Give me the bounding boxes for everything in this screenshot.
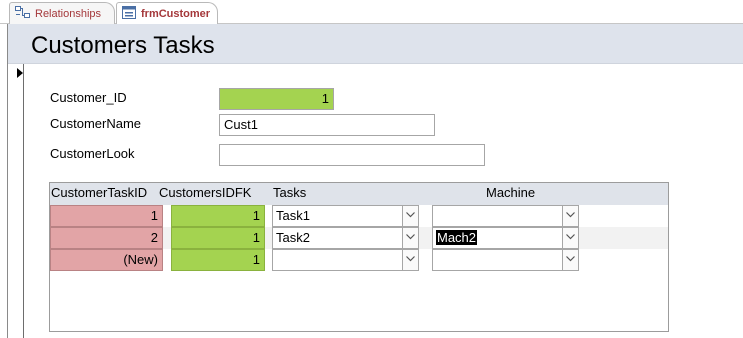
tab-label: Relationships: [35, 7, 102, 20]
tab-label: frmCustomer: [141, 8, 211, 20]
machine-combo[interactable]: [432, 205, 579, 227]
dropdown-button[interactable]: [402, 206, 418, 226]
form-header: Customers Tasks: [8, 24, 743, 64]
customer-name-label: CustomerName: [50, 116, 142, 131]
customers-idfk-cell[interactable]: 1: [171, 205, 265, 227]
task-combo[interactable]: Task2: [272, 227, 419, 249]
chevron-down-icon: [406, 234, 415, 240]
task-combo[interactable]: Task1: [272, 205, 419, 227]
current-record-arrow-icon: [17, 68, 23, 78]
relationships-icon: [15, 5, 30, 22]
customers-idfk-cell[interactable]: 1: [171, 249, 265, 271]
task-id-cell[interactable]: 2: [50, 227, 163, 249]
customer-look-field[interactable]: [219, 144, 485, 166]
form-title: Customers Tasks: [31, 32, 215, 59]
machine-combo[interactable]: [432, 249, 579, 271]
chevron-down-icon: [406, 212, 415, 218]
task-id-cell[interactable]: 1: [50, 205, 163, 227]
document-tab-strip: Relationships frmCustomer: [0, 0, 743, 25]
dropdown-button[interactable]: [402, 250, 418, 270]
task-combo-value: Task1: [276, 208, 310, 223]
tab-frmcustomer[interactable]: frmCustomer: [116, 2, 218, 25]
customers-idfk-cell[interactable]: 1: [171, 227, 265, 249]
dropdown-button[interactable]: [562, 228, 578, 248]
task-combo[interactable]: [272, 249, 419, 271]
dropdown-button[interactable]: [562, 250, 578, 270]
form-icon: [122, 6, 136, 22]
chevron-down-icon: [566, 256, 575, 262]
column-header-customersidfk: CustomersIDFK: [159, 185, 252, 200]
column-header-customertaskid: CustomerTaskID: [51, 185, 148, 200]
column-header-machine: Machine: [486, 185, 536, 200]
customer-id-label: Customer_ID: [50, 90, 127, 105]
machine-combo[interactable]: Mach2: [432, 227, 579, 249]
task-combo-value: Task2: [276, 230, 310, 245]
chevron-down-icon: [566, 234, 575, 240]
task-id-cell[interactable]: (New): [50, 249, 163, 271]
dropdown-button[interactable]: [402, 228, 418, 248]
customer-id-field[interactable]: 1: [219, 88, 334, 110]
machine-combo-value-selected: Mach2: [436, 230, 478, 245]
record-selector[interactable]: [8, 64, 24, 338]
chevron-down-icon: [566, 212, 575, 218]
dropdown-button[interactable]: [562, 206, 578, 226]
tab-relationships[interactable]: Relationships: [9, 2, 115, 24]
customer-name-field[interactable]: Cust1: [219, 114, 435, 136]
customer-look-label: CustomerLook: [50, 146, 135, 161]
customer-tasks-subform[interactable]: CustomerTaskID CustomersIDFK Tasks Machi…: [49, 182, 669, 332]
column-header-tasks: Tasks: [273, 185, 307, 200]
chevron-down-icon: [406, 256, 415, 262]
